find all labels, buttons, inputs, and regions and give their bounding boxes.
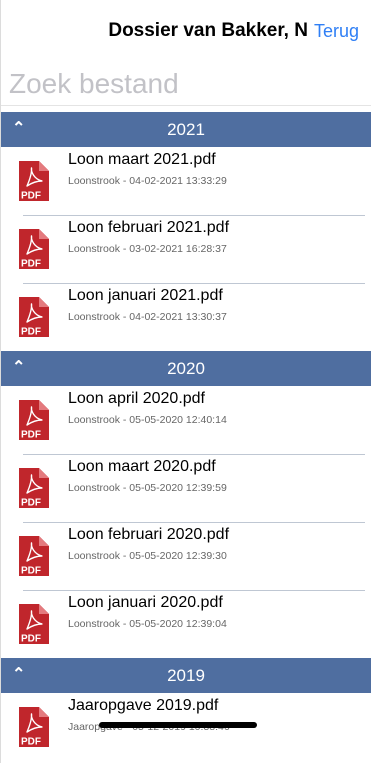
pdf-badge-text: PDF <box>21 191 41 202</box>
pdf-file-icon: PDF <box>19 400 49 440</box>
pdf-file-icon: PDF <box>19 536 49 576</box>
section-header[interactable]: ⌃ 2020 <box>1 351 371 386</box>
file-list-item[interactable]: PDF Loon januari 2021.pdf Loonstrook - 0… <box>1 283 371 351</box>
section-files: PDF Loon april 2020.pdf Loonstrook - 05-… <box>1 386 371 658</box>
pdf-badge-text: PDF <box>21 737 41 748</box>
file-meta: Loonstrook - 05-05-2020 12:39:59 <box>68 482 227 494</box>
chevron-up-icon[interactable]: ⌃ <box>12 118 25 138</box>
search-input[interactable] <box>9 67 349 100</box>
chevron-up-icon[interactable]: ⌃ <box>12 357 25 377</box>
section-header[interactable]: ⌃ 2021 <box>1 112 371 147</box>
page-title: Dossier van Bakker, N <box>108 20 308 41</box>
section-files: PDF Loon maart 2021.pdf Loonstrook - 04-… <box>1 147 371 351</box>
file-name: Loon april 2020.pdf <box>68 390 205 407</box>
file-meta: Loonstrook - 04-02-2021 13:33:29 <box>68 175 227 187</box>
pdf-file-icon: PDF <box>19 297 49 337</box>
file-list-item[interactable]: PDF Loon maart 2021.pdf Loonstrook - 04-… <box>1 147 371 215</box>
section-year: 2019 <box>167 665 205 685</box>
section-files: PDF Jaaropgave 2019.pdf Jaaropgave - 05-… <box>1 693 371 761</box>
file-list-item[interactable]: PDF Loon april 2020.pdf Loonstrook - 05-… <box>1 386 371 454</box>
file-meta: Loonstrook - 05-05-2020 12:39:30 <box>68 550 227 562</box>
back-button[interactable]: Terug <box>314 21 359 42</box>
year-section: ⌃ 2021 PDF Loon maart 2021.pdf Loonstroo… <box>1 112 371 351</box>
file-name: Loon januari 2021.pdf <box>68 287 223 304</box>
file-list-item[interactable]: PDF Loon februari 2020.pdf Loonstrook - … <box>1 522 371 590</box>
pdf-badge-text: PDF <box>21 566 41 577</box>
file-meta: Loonstrook - 05-05-2020 12:40:14 <box>68 414 227 426</box>
file-name: Jaaropgave 2019.pdf <box>68 697 219 714</box>
file-name: Loon januari 2020.pdf <box>68 594 223 611</box>
pdf-file-icon: PDF <box>19 707 49 747</box>
file-list-item[interactable]: PDF Loon februari 2021.pdf Loonstrook - … <box>1 215 371 283</box>
year-section: ⌃ 2020 PDF Loon april 2020.pdf Loonstroo… <box>1 351 371 658</box>
chevron-up-icon[interactable]: ⌃ <box>12 664 25 684</box>
pdf-file-icon: PDF <box>19 468 49 508</box>
pdf-badge-text: PDF <box>21 259 41 270</box>
file-name: Loon maart 2021.pdf <box>68 151 216 168</box>
file-list-item[interactable]: PDF Jaaropgave 2019.pdf Jaaropgave - 05-… <box>1 693 371 761</box>
file-meta: Loonstrook - 05-05-2020 12:39:04 <box>68 618 227 630</box>
nav-header: Dossier van Bakker, N Terug <box>1 0 371 62</box>
search-bar <box>1 62 371 106</box>
year-section: ⌃ 2019 PDF Jaaropgave 2019.pdf Jaaropgav… <box>1 658 371 761</box>
pdf-file-icon: PDF <box>19 161 49 201</box>
pdf-badge-text: PDF <box>21 327 41 338</box>
file-name: Loon februari 2021.pdf <box>68 219 230 236</box>
pdf-file-icon: PDF <box>19 604 49 644</box>
file-list-item[interactable]: PDF Loon januari 2020.pdf Loonstrook - 0… <box>1 590 371 658</box>
file-list: ⌃ 2021 PDF Loon maart 2021.pdf Loonstroo… <box>1 106 371 761</box>
pdf-badge-text: PDF <box>21 498 41 509</box>
section-year: 2021 <box>167 119 205 139</box>
pdf-badge-text: PDF <box>21 634 41 645</box>
app-window: Dossier van Bakker, N Terug ⌃ 2021 PDF L… <box>0 0 371 763</box>
section-year: 2020 <box>167 358 205 378</box>
file-name: Loon maart 2020.pdf <box>68 458 216 475</box>
pdf-badge-text: PDF <box>21 430 41 441</box>
section-header[interactable]: ⌃ 2019 <box>1 658 371 693</box>
redaction-bar <box>99 722 257 728</box>
file-name: Loon februari 2020.pdf <box>68 526 230 543</box>
file-list-item[interactable]: PDF Loon maart 2020.pdf Loonstrook - 05-… <box>1 454 371 522</box>
pdf-file-icon: PDF <box>19 229 49 269</box>
file-meta: Loonstrook - 04-02-2021 13:30:37 <box>68 311 227 323</box>
file-meta: Loonstrook - 03-02-2021 16:28:37 <box>68 243 227 255</box>
